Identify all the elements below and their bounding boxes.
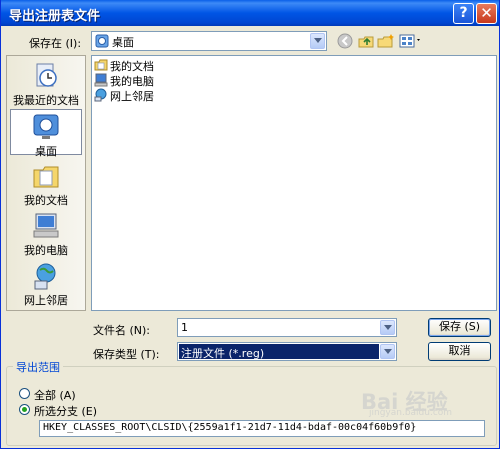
- filetype-dropdown-arrow[interactable]: [380, 344, 395, 359]
- help-button[interactable]: ?: [453, 3, 474, 24]
- cancel-button[interactable]: 取消: [428, 342, 491, 361]
- network-icon: [94, 88, 107, 102]
- radio-selected-branch[interactable]: [19, 404, 30, 415]
- new-folder-icon[interactable]: [377, 33, 395, 49]
- network-places-icon: [34, 263, 56, 290]
- filetype-dropdown[interactable]: 注册文件 (*.reg): [177, 342, 397, 361]
- place-label: 我的文档: [24, 194, 68, 207]
- window-title: 导出注册表文件: [9, 9, 101, 24]
- chevron-down-icon: [384, 325, 392, 330]
- view-menu-icon[interactable]: [399, 33, 423, 49]
- file-list[interactable]: 我的文档 我的电脑 网上邻居: [91, 55, 497, 311]
- filename-label: 文件名 (N):: [93, 324, 151, 337]
- branch-path-value: HKEY_CLASSES_ROOT\CLSID\{2559a1f1-21d7-1…: [43, 422, 417, 433]
- chevron-down-icon: [314, 38, 322, 43]
- filename-dropdown-arrow[interactable]: [380, 320, 395, 335]
- place-desktop[interactable]: 桌面: [10, 109, 82, 158]
- export-range-title: 导出范围: [13, 359, 63, 375]
- baidu-watermark: Bai 经验 jingyan.baidu.com: [361, 388, 493, 418]
- radio-checked-dot: [22, 407, 27, 412]
- place-my-documents[interactable]: 我的文档: [10, 159, 82, 207]
- recent-documents-icon: [36, 63, 57, 87]
- folder-icon: [94, 59, 108, 71]
- radio-all[interactable]: [19, 388, 30, 399]
- place-my-computer[interactable]: 我的电脑: [10, 209, 82, 257]
- filetype-value: 注册文件 (*.reg): [181, 347, 265, 360]
- file-name: 我的电脑: [110, 75, 154, 88]
- look-in-dropdown[interactable]: 桌面: [91, 31, 327, 51]
- place-network-places[interactable]: 网上邻居: [10, 259, 82, 307]
- desktop-small-icon: [95, 34, 109, 48]
- radio-selected-branch-label: 所选分支 (E): [34, 405, 98, 418]
- radio-all-label: 全部 (A): [34, 389, 76, 402]
- branch-path-input[interactable]: HKEY_CLASSES_ROOT\CLSID\{2559a1f1-21d7-1…: [39, 420, 485, 437]
- close-button[interactable]: ✕: [476, 3, 497, 24]
- desktop-icon: [33, 114, 59, 139]
- my-documents-icon: [33, 166, 59, 188]
- look-in-label: 保存在 (I):: [29, 37, 82, 50]
- save-button[interactable]: 保存 (S): [428, 318, 491, 337]
- file-name: 我的文档: [110, 60, 154, 73]
- place-label: 桌面: [35, 145, 57, 158]
- up-folder-icon[interactable]: [357, 33, 375, 49]
- title-bar[interactable]: 导出注册表文件 ? ✕: [1, 0, 499, 26]
- place-recent-documents[interactable]: 我最近的文档: [10, 59, 82, 107]
- export-registry-dialog: 导出注册表文件 ? ✕ 保存在 (I): 桌面 我最近的文档 桌面 我的文档 我…: [0, 0, 500, 449]
- place-label: 网上邻居: [24, 294, 68, 307]
- place-label: 我最近的文档: [13, 94, 79, 107]
- places-bar: 我最近的文档 桌面 我的文档 我的电脑 网上邻居: [6, 55, 86, 311]
- back-icon[interactable]: [337, 33, 355, 49]
- filename-input[interactable]: 1: [177, 318, 397, 337]
- file-name: 网上邻居: [110, 90, 154, 103]
- look-in-dropdown-arrow[interactable]: [310, 33, 325, 49]
- filetype-label: 保存类型 (T):: [93, 348, 160, 361]
- my-computer-icon: [33, 213, 59, 238]
- chevron-down-icon: [384, 349, 392, 354]
- filename-value: 1: [181, 321, 188, 334]
- watermark-subtext: jingyan.baidu.com: [369, 408, 453, 418]
- look-in-value: 桌面: [112, 36, 134, 49]
- computer-icon: [94, 73, 108, 87]
- place-label: 我的电脑: [24, 244, 68, 257]
